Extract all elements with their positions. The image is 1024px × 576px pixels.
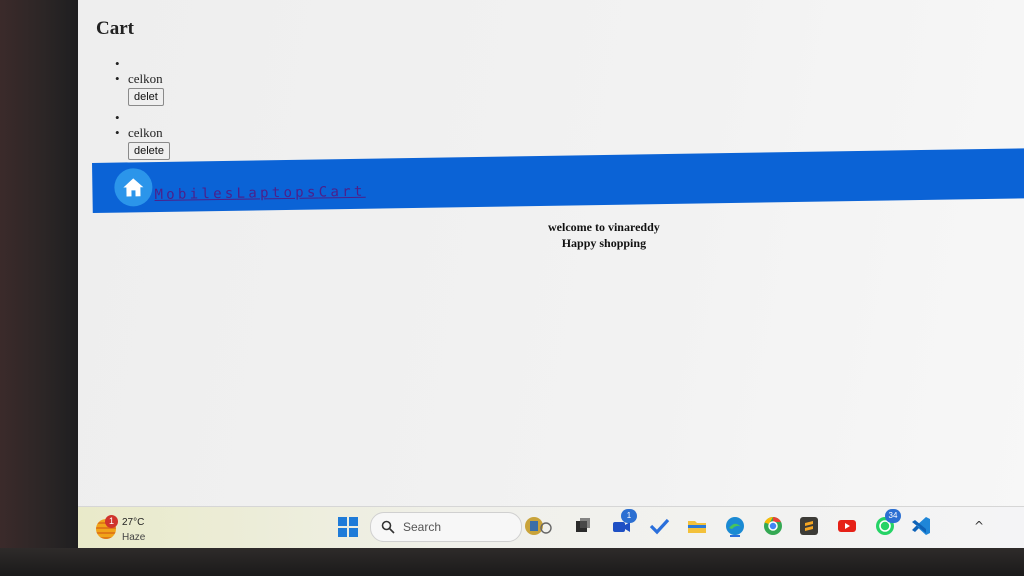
nav-link-cart[interactable]: Cart	[319, 184, 366, 201]
pharaoh-widget-icon[interactable]	[522, 515, 552, 537]
edge-browser-icon[interactable]	[724, 515, 746, 537]
nav-link-mobiles[interactable]: Mobiles	[154, 186, 236, 203]
screen-bezel-bottom	[0, 548, 1024, 576]
windows-logo-tile	[338, 528, 347, 537]
nav-links: MobilesLaptopsCart	[154, 184, 365, 203]
weather-badge: 1	[105, 515, 118, 528]
task-view-icon[interactable]	[572, 515, 594, 537]
meet-icon[interactable]: 1	[610, 509, 637, 537]
delete-button[interactable]: delet	[128, 88, 164, 106]
screen-bezel-left	[0, 0, 78, 576]
windows-logo-tile	[349, 517, 358, 526]
taskbar-search[interactable]: Search	[370, 512, 522, 542]
home-icon	[123, 178, 144, 197]
sublime-text-icon[interactable]	[798, 515, 820, 537]
chrome-icon[interactable]	[762, 515, 784, 537]
file-explorer-icon[interactable]	[686, 515, 708, 537]
search-icon	[381, 520, 395, 534]
page-content: Cart celkon delet celkon delete MobilesL…	[78, 0, 1024, 504]
list-item-empty	[96, 56, 170, 72]
vscode-icon[interactable]	[910, 515, 932, 537]
weather-temperature: 27°C	[122, 517, 145, 528]
cart-item-name: celkon	[128, 71, 163, 86]
meet-badge: 1	[621, 509, 637, 523]
todo-check-icon[interactable]	[648, 515, 670, 537]
windows-logo-icon	[338, 517, 347, 526]
windows-logo-tile	[349, 528, 358, 537]
browser-viewport: Cart celkon delet celkon delete MobilesL…	[78, 0, 1024, 548]
cart-item: celkon delete	[96, 125, 170, 164]
whatsapp-badge: 34	[885, 509, 901, 523]
cart-item-name: celkon	[128, 125, 163, 140]
list-item-empty	[96, 110, 170, 126]
weather-widget[interactable]: 1 27°C Haze	[96, 515, 176, 545]
whatsapp-icon[interactable]: 34	[874, 509, 901, 537]
taskbar: 1 27°C Haze Search 1 34 ^	[78, 506, 1024, 548]
cart-list: celkon delet celkon delete	[96, 56, 170, 164]
delete-button[interactable]: delete	[128, 142, 170, 160]
cart-item: celkon delet	[96, 71, 170, 110]
tray-chevron-up-icon[interactable]: ^	[974, 519, 984, 533]
welcome-message: welcome to vinareddy Happy shopping	[548, 219, 660, 251]
start-button[interactable]	[338, 517, 358, 537]
home-button[interactable]	[114, 168, 153, 207]
welcome-subline: Happy shopping	[561, 236, 647, 250]
weather-condition: Haze	[122, 532, 146, 543]
nav-bar: MobilesLaptopsCart	[92, 148, 1024, 213]
search-label: Search	[403, 520, 442, 534]
youtube-icon[interactable]	[836, 515, 858, 537]
cart-heading: Cart	[96, 18, 134, 39]
welcome-line: welcome to vinareddy	[548, 220, 660, 234]
nav-link-laptops[interactable]: Laptops	[236, 184, 318, 201]
